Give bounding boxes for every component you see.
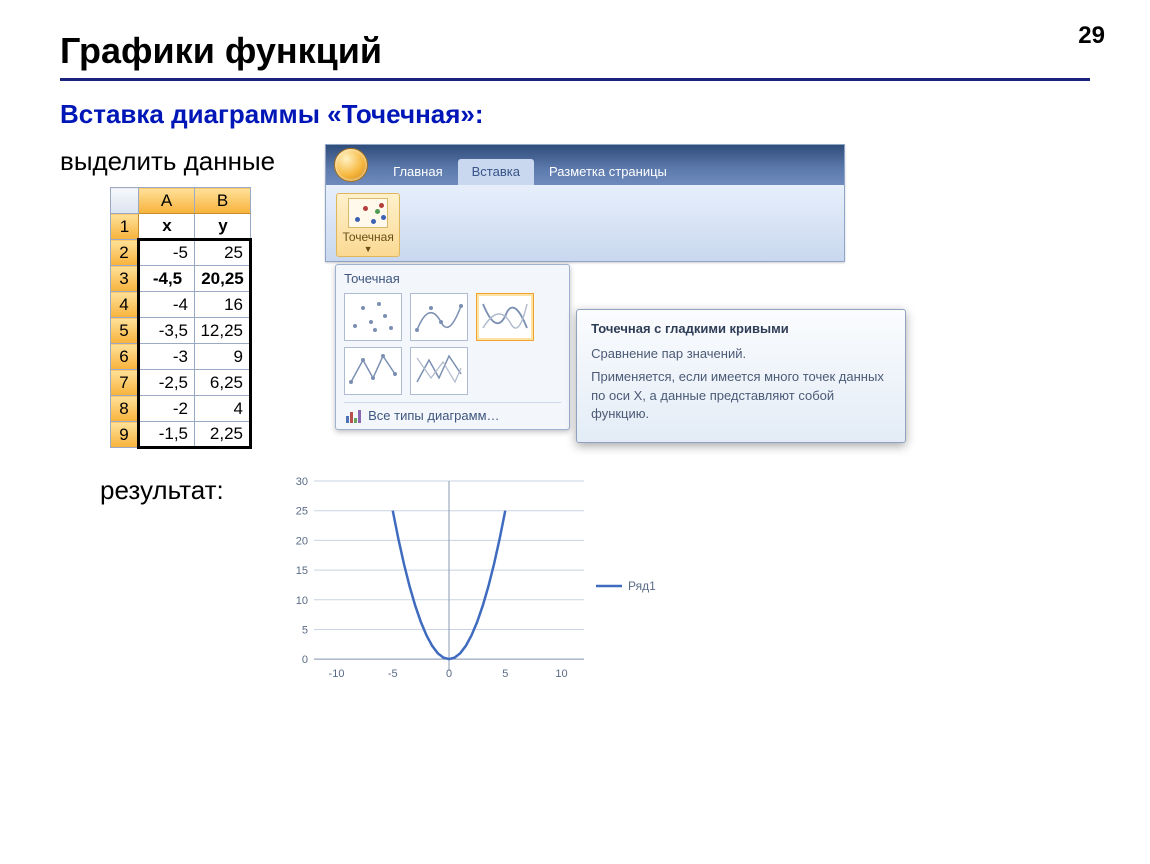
excel-cell[interactable]: 12,25 bbox=[195, 318, 251, 344]
scatter-type-markers[interactable] bbox=[344, 293, 402, 341]
scatter-icon bbox=[348, 198, 388, 228]
excel-row-1[interactable]: 1 bbox=[111, 214, 139, 240]
excel-cell[interactable]: 6,25 bbox=[195, 370, 251, 396]
dropdown-arrow-icon: ▼ bbox=[339, 244, 397, 254]
svg-text:5: 5 bbox=[302, 624, 308, 636]
excel-table: A B 1 x y 2-5253-4,520,254-4165-3,512,25… bbox=[110, 187, 252, 449]
tab-home[interactable]: Главная bbox=[379, 159, 456, 185]
scatter-type-smooth-markers[interactable] bbox=[410, 293, 468, 341]
scatter-button-label: Точечная bbox=[339, 230, 397, 244]
excel-row-3[interactable]: 3 bbox=[111, 266, 139, 292]
excel-header-x[interactable]: x bbox=[139, 214, 195, 240]
svg-text:10: 10 bbox=[555, 668, 567, 680]
svg-text:0: 0 bbox=[302, 654, 308, 666]
scatter-type-straight-markers[interactable] bbox=[344, 347, 402, 395]
scatter-chart-button[interactable]: Точечная ▼ bbox=[336, 193, 400, 257]
svg-text:-10: -10 bbox=[328, 668, 344, 680]
tooltip-line-1: Сравнение пар значений. bbox=[591, 345, 891, 364]
result-label: результат: bbox=[100, 471, 224, 506]
scatter-type-straight-lines[interactable] bbox=[410, 347, 468, 395]
excel-corner[interactable] bbox=[111, 188, 139, 214]
excel-cell[interactable]: -5 bbox=[139, 240, 195, 266]
excel-cell[interactable]: -3 bbox=[139, 344, 195, 370]
excel-header-y[interactable]: y bbox=[195, 214, 251, 240]
excel-cell[interactable]: -3,5 bbox=[139, 318, 195, 344]
excel-row-7[interactable]: 7 bbox=[111, 370, 139, 396]
excel-row-5[interactable]: 5 bbox=[111, 318, 139, 344]
tab-page-layout[interactable]: Разметка страницы bbox=[535, 159, 681, 185]
office-button[interactable] bbox=[334, 148, 368, 182]
excel-col-b[interactable]: B bbox=[195, 188, 251, 214]
svg-text:25: 25 bbox=[295, 506, 307, 518]
svg-text:20: 20 bbox=[295, 535, 307, 547]
tooltip-line-2: Применяется, если имеется много точек да… bbox=[591, 368, 891, 425]
scatter-gallery: Точечная bbox=[335, 264, 570, 430]
tooltip-title: Точечная с гладкими кривыми bbox=[591, 320, 891, 339]
bar-chart-icon bbox=[346, 409, 362, 423]
all-chart-types-link[interactable]: Все типы диаграмм… bbox=[344, 402, 561, 427]
result-chart: 0 5 10 15 20 25 30 -10 -5 0 5 10 Ряд1 bbox=[254, 471, 684, 701]
svg-text:0: 0 bbox=[446, 668, 452, 680]
svg-text:-5: -5 bbox=[388, 668, 398, 680]
excel-row-4[interactable]: 4 bbox=[111, 292, 139, 318]
excel-col-a[interactable]: A bbox=[139, 188, 195, 214]
svg-text:10: 10 bbox=[295, 595, 307, 607]
svg-text:15: 15 bbox=[295, 565, 307, 577]
excel-ribbon: Главная Вставка Разметка страницы bbox=[325, 144, 845, 262]
tab-insert[interactable]: Вставка bbox=[458, 159, 534, 185]
scatter-type-smooth-lines[interactable] bbox=[476, 293, 534, 341]
excel-cell[interactable]: 2,25 bbox=[195, 422, 251, 448]
slide-title: Графики функций bbox=[60, 30, 1090, 81]
page-number: 29 bbox=[1078, 22, 1105, 50]
excel-cell[interactable]: 9 bbox=[195, 344, 251, 370]
excel-cell[interactable]: -4 bbox=[139, 292, 195, 318]
all-chart-types-label: Все типы диаграмм… bbox=[368, 408, 499, 423]
excel-cell[interactable]: -2,5 bbox=[139, 370, 195, 396]
svg-text:5: 5 bbox=[502, 668, 508, 680]
svg-text:Ряд1: Ряд1 bbox=[628, 579, 656, 593]
excel-row-2[interactable]: 2 bbox=[111, 240, 139, 266]
excel-cell[interactable]: -2 bbox=[139, 396, 195, 422]
excel-cell[interactable]: 4 bbox=[195, 396, 251, 422]
gallery-title: Точечная bbox=[344, 271, 561, 290]
ribbon-tabbar: Главная Вставка Разметка страницы bbox=[326, 145, 844, 185]
excel-cell[interactable]: 16 bbox=[195, 292, 251, 318]
excel-cell[interactable]: -4,5 bbox=[139, 266, 195, 292]
slide-subtitle: Вставка диаграммы «Точечная»: bbox=[60, 99, 1090, 130]
svg-text:30: 30 bbox=[295, 476, 307, 488]
chart-type-tooltip: Точечная с гладкими кривыми Сравнение па… bbox=[576, 309, 906, 443]
excel-cell[interactable]: 20,25 bbox=[195, 266, 251, 292]
excel-row-9[interactable]: 9 bbox=[111, 422, 139, 448]
excel-cell[interactable]: 25 bbox=[195, 240, 251, 266]
excel-row-8[interactable]: 8 bbox=[111, 396, 139, 422]
step-select-data-label: выделить данные bbox=[60, 144, 305, 177]
excel-cell[interactable]: -1,5 bbox=[139, 422, 195, 448]
excel-row-6[interactable]: 6 bbox=[111, 344, 139, 370]
